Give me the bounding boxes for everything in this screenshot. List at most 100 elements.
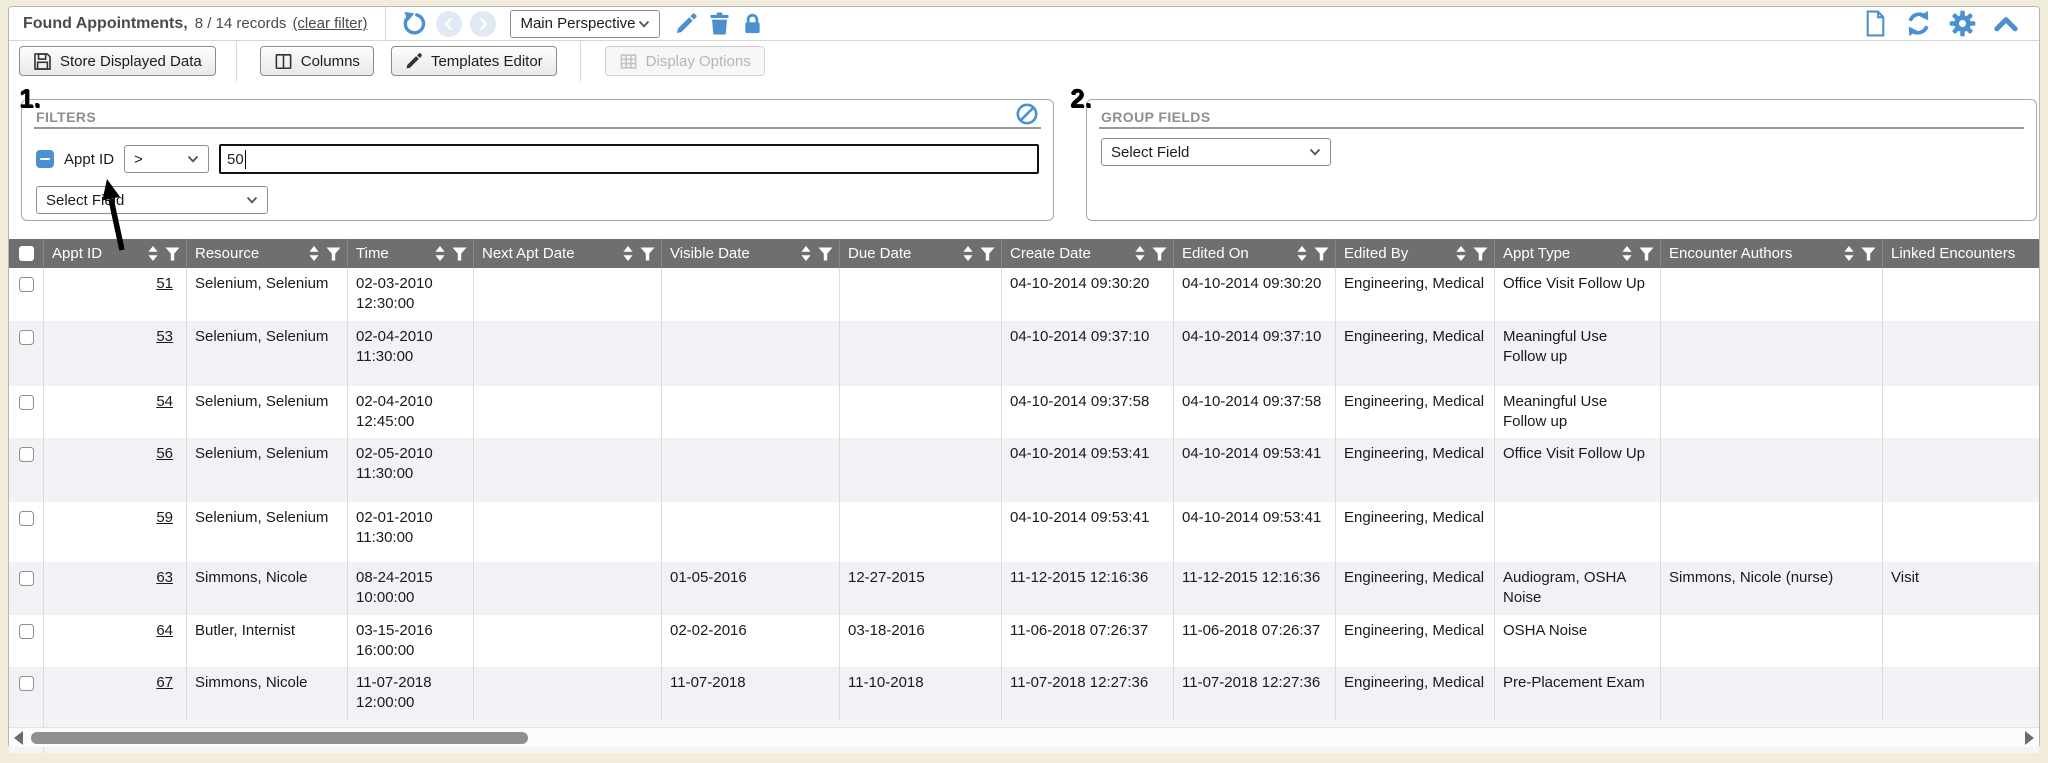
cell-edited_on: 11-12-2015 12:16:36 bbox=[1174, 562, 1336, 615]
settings-icon[interactable] bbox=[1949, 10, 1976, 37]
column-header-next-apt-date[interactable]: Next Apt Date bbox=[474, 239, 662, 268]
lock-icon[interactable] bbox=[742, 12, 763, 35]
filter-row: Appt ID > 50 bbox=[36, 144, 1039, 174]
group-fields-panel: GROUP FIELDS Select Field bbox=[1086, 99, 2037, 221]
sort-icon[interactable] bbox=[963, 246, 973, 261]
add-filter-field-select[interactable]: Select Field bbox=[36, 186, 268, 214]
scroll-right-arrow-icon[interactable] bbox=[2025, 731, 2034, 745]
filter-funnel-icon[interactable] bbox=[326, 247, 341, 261]
columns-button[interactable]: Columns bbox=[260, 46, 374, 76]
column-header-appt-type[interactable]: Appt Type bbox=[1495, 239, 1661, 268]
filters-heading: FILTERS bbox=[36, 109, 96, 125]
column-header-time[interactable]: Time bbox=[348, 239, 474, 268]
cell-due_date bbox=[840, 268, 1002, 321]
display-options-label: Display Options bbox=[646, 53, 751, 70]
filter-funnel-icon[interactable] bbox=[1861, 247, 1876, 261]
store-displayed-data-button[interactable]: Store Displayed Data bbox=[19, 46, 216, 76]
cell-resource: Selenium, Selenium bbox=[187, 268, 348, 321]
row-checkbox[interactable] bbox=[19, 571, 34, 586]
cell-linked_encounters bbox=[1883, 268, 2039, 321]
appt-id-link[interactable]: 63 bbox=[156, 569, 173, 586]
cell-edited_on: 04-10-2014 09:30:20 bbox=[1174, 268, 1336, 321]
appt-id-link[interactable]: 53 bbox=[156, 328, 173, 345]
new-document-icon[interactable] bbox=[1863, 10, 1888, 37]
cell-create_date: 11-12-2015 12:16:36 bbox=[1002, 562, 1174, 615]
column-header-edited-on[interactable]: Edited On bbox=[1174, 239, 1336, 268]
row-checkbox[interactable] bbox=[19, 330, 34, 345]
sort-icon[interactable] bbox=[435, 246, 445, 261]
refresh-icon[interactable] bbox=[1905, 10, 1932, 37]
row-checkbox[interactable] bbox=[19, 395, 34, 410]
column-header-resource[interactable]: Resource bbox=[187, 239, 348, 268]
delete-perspective-icon[interactable] bbox=[709, 12, 730, 35]
cell-visible_date bbox=[662, 502, 840, 562]
column-header-appt-id[interactable]: Appt ID bbox=[44, 239, 187, 268]
filter-funnel-icon[interactable] bbox=[1473, 247, 1488, 261]
horizontal-scrollbar[interactable] bbox=[9, 727, 2039, 747]
display-options-button[interactable]: Display Options bbox=[605, 46, 765, 76]
collapse-icon[interactable] bbox=[1993, 13, 2019, 35]
sort-icon[interactable] bbox=[1297, 246, 1307, 261]
column-header-due-date[interactable]: Due Date bbox=[840, 239, 1002, 268]
row-checkbox[interactable] bbox=[19, 277, 34, 292]
appt-id-link[interactable]: 56 bbox=[156, 445, 173, 462]
cell-appt_type: Office Visit Follow Up bbox=[1495, 438, 1661, 502]
cell-due_date: 12-27-2015 bbox=[840, 562, 1002, 615]
filter-funnel-icon[interactable] bbox=[452, 247, 467, 261]
appt-id-link[interactable]: 54 bbox=[156, 393, 173, 410]
header-controls bbox=[148, 246, 180, 261]
row-checkbox[interactable] bbox=[19, 447, 34, 462]
heading-underline bbox=[34, 127, 1041, 129]
perspective-select[interactable]: Main Perspective bbox=[510, 10, 660, 38]
filter-operator-select[interactable]: > bbox=[124, 145, 209, 173]
cell-visible_date bbox=[662, 438, 840, 502]
sort-icon[interactable] bbox=[623, 246, 633, 261]
prev-icon[interactable] bbox=[436, 11, 462, 37]
group-field-select[interactable]: Select Field bbox=[1101, 138, 1331, 166]
sort-icon[interactable] bbox=[1456, 246, 1466, 261]
cell-resource: Selenium, Selenium bbox=[187, 502, 348, 562]
filter-funnel-icon[interactable] bbox=[640, 247, 655, 261]
filter-funnel-icon[interactable] bbox=[1152, 247, 1167, 261]
sort-icon[interactable] bbox=[1844, 246, 1854, 261]
column-header-edited-by[interactable]: Edited By bbox=[1336, 239, 1495, 268]
sort-icon[interactable] bbox=[801, 246, 811, 261]
clear-filters-icon[interactable] bbox=[1015, 102, 1039, 126]
scroll-left-arrow-icon[interactable] bbox=[14, 731, 23, 745]
row-checkbox[interactable] bbox=[19, 511, 34, 526]
divider bbox=[385, 7, 386, 40]
filter-funnel-icon[interactable] bbox=[980, 247, 995, 261]
cell-check bbox=[9, 615, 44, 668]
sort-icon[interactable] bbox=[148, 246, 158, 261]
clear-filter-link[interactable]: (clear filter) bbox=[292, 15, 367, 32]
cell-edited_by: Engineering, Medical bbox=[1336, 321, 1495, 386]
column-label: Due Date bbox=[848, 245, 959, 262]
row-checkbox[interactable] bbox=[19, 676, 34, 691]
row-checkbox[interactable] bbox=[19, 624, 34, 639]
cell-visible_date: 02-02-2016 bbox=[662, 615, 840, 668]
filter-funnel-icon[interactable] bbox=[1314, 247, 1329, 261]
edit-perspective-icon[interactable] bbox=[675, 12, 698, 35]
appt-id-link[interactable]: 67 bbox=[156, 674, 173, 691]
cell-appt_type: OSHA Noise bbox=[1495, 615, 1661, 668]
filter-value-input[interactable]: 50 bbox=[219, 144, 1039, 174]
column-header-encounter-authors[interactable]: Encounter Authors bbox=[1661, 239, 1883, 268]
column-label: Linked Encounters bbox=[1891, 245, 2033, 262]
templates-editor-button[interactable]: Templates Editor bbox=[391, 46, 557, 76]
select-all-checkbox[interactable] bbox=[19, 246, 34, 261]
sort-icon[interactable] bbox=[1622, 246, 1632, 261]
next-icon[interactable] bbox=[470, 11, 496, 37]
column-header-visible-date[interactable]: Visible Date bbox=[662, 239, 840, 268]
sort-icon[interactable] bbox=[1135, 246, 1145, 261]
filter-enabled-checkbox[interactable] bbox=[36, 150, 54, 168]
appt-id-link[interactable]: 64 bbox=[156, 622, 173, 639]
scrollbar-thumb[interactable] bbox=[31, 732, 528, 744]
filter-funnel-icon[interactable] bbox=[818, 247, 833, 261]
undo-icon[interactable] bbox=[402, 11, 428, 37]
appt-id-link[interactable]: 59 bbox=[156, 509, 173, 526]
filter-funnel-icon[interactable] bbox=[1639, 247, 1654, 261]
appt-id-link[interactable]: 51 bbox=[156, 275, 173, 292]
filter-funnel-icon[interactable] bbox=[165, 247, 180, 261]
column-header-create-date[interactable]: Create Date bbox=[1002, 239, 1174, 268]
sort-icon[interactable] bbox=[309, 246, 319, 261]
